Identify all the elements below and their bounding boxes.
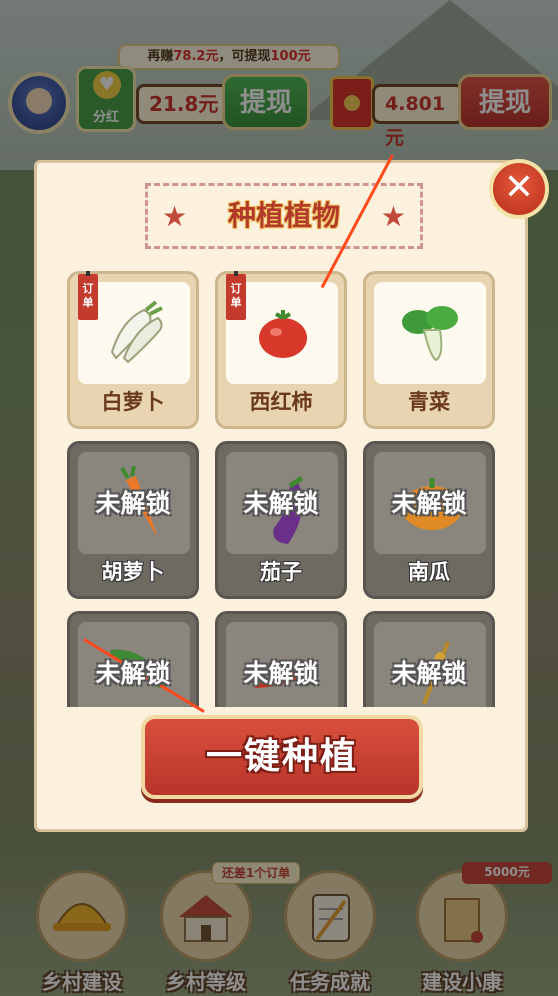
crop-name: 白萝卜	[101, 390, 165, 414]
crop-name: 胡萝卜	[101, 560, 165, 584]
locked-label: 未解锁	[95, 489, 171, 518]
plant-all-button[interactable]: 一键种植	[141, 715, 423, 799]
crop-card-eggplant[interactable]: 未解锁 茄子	[215, 441, 347, 599]
locked-label: 未解锁	[243, 489, 319, 518]
locked-label: 未解锁	[391, 659, 467, 688]
locked-label: 未解锁	[391, 489, 467, 518]
order-tag: 订单	[226, 271, 246, 320]
tomato-icon	[259, 310, 307, 358]
locked-label: 未解锁	[243, 659, 319, 688]
crop-name: 南瓜	[408, 560, 450, 584]
crop-card-wheat[interactable]: 未解锁	[363, 611, 495, 707]
crop-image-frame	[374, 282, 486, 384]
crop-grid: 订单 白萝卜 订单 西红柿 青菜 未解锁 胡萝卜 未解锁 茄子 未解锁 南瓜 未…	[67, 271, 499, 707]
crop-card-pumpkin[interactable]: 未解锁 南瓜	[363, 441, 495, 599]
plant-dialog: ★ 种植植物 ★ ✕ 订单 白萝卜 订单 西红柿 青菜 未解锁 胡萝卜 未解锁 …	[34, 159, 549, 832]
crop-card-cucumber[interactable]: 未解锁	[67, 611, 199, 707]
close-button[interactable]: ✕	[489, 159, 549, 219]
dialog-title-frame: ★ 种植植物 ★	[145, 183, 423, 249]
order-tag: 订单	[78, 271, 98, 320]
crop-name: 茄子	[260, 560, 302, 584]
crop-card-white-radish[interactable]: 订单 白萝卜	[67, 271, 199, 429]
dialog-title: 种植植物	[227, 199, 340, 232]
crop-card-chili[interactable]: 未解锁	[215, 611, 347, 707]
crop-card-carrot[interactable]: 未解锁 胡萝卜	[67, 441, 199, 599]
crop-name: 西红柿	[249, 390, 313, 414]
locked-label: 未解锁	[95, 659, 171, 688]
crop-card-tomato[interactable]: 订单 西红柿	[215, 271, 347, 429]
bok-choy-icon	[402, 306, 458, 362]
crop-name: 青菜	[408, 390, 450, 414]
star-icon-right: ★	[380, 200, 406, 233]
white-radish-icon	[110, 300, 163, 364]
crop-card-bok-choy[interactable]: 青菜	[363, 271, 495, 429]
